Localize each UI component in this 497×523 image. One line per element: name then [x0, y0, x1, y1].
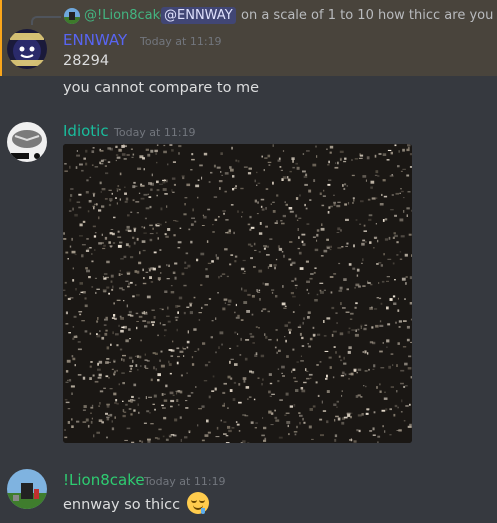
timestamp: Today at 11:19 [114, 126, 196, 139]
author-name-idiotic[interactable]: Idiotic [63, 122, 109, 140]
reply-connector [31, 16, 61, 25]
drooling-face-icon[interactable] [186, 492, 209, 514]
timestamp: Today at 11:19 [140, 35, 222, 48]
message-text: 28294 [63, 53, 110, 69]
message-ennway-continued[interactable]: you cannot compare to me [0, 76, 497, 100]
reply-author[interactable]: @!Lion8cake [84, 8, 168, 23]
avatar-lion8cake[interactable] [7, 469, 47, 509]
timestamp: Today at 11:19 [144, 475, 226, 488]
reply-preview-text[interactable]: on a scale of 1 to 10 how thicc are you [241, 8, 493, 23]
avatar-idiotic[interactable] [7, 122, 47, 162]
night-photo-image [63, 144, 412, 443]
reply-avatar[interactable] [64, 8, 80, 24]
message-text: ennway so thicc [63, 497, 181, 513]
reply-mention[interactable]: @ENNWAY [161, 7, 236, 24]
avatar-ennway[interactable] [7, 29, 47, 69]
message-text-line: ennway so thicc [63, 492, 209, 514]
author-name-ennway[interactable]: ENNWAY [63, 31, 127, 49]
message-ennway[interactable]: @!Lion8cake @ENNWAY on a scale of 1 to 1… [0, 0, 497, 76]
message-text: you cannot compare to me [63, 80, 260, 96]
message-lion8cake[interactable]: !Lion8cake Today at 11:19 ennway so thic… [0, 462, 497, 523]
image-attachment[interactable] [63, 144, 412, 443]
author-name-lion8cake[interactable]: !Lion8cake [63, 471, 145, 489]
